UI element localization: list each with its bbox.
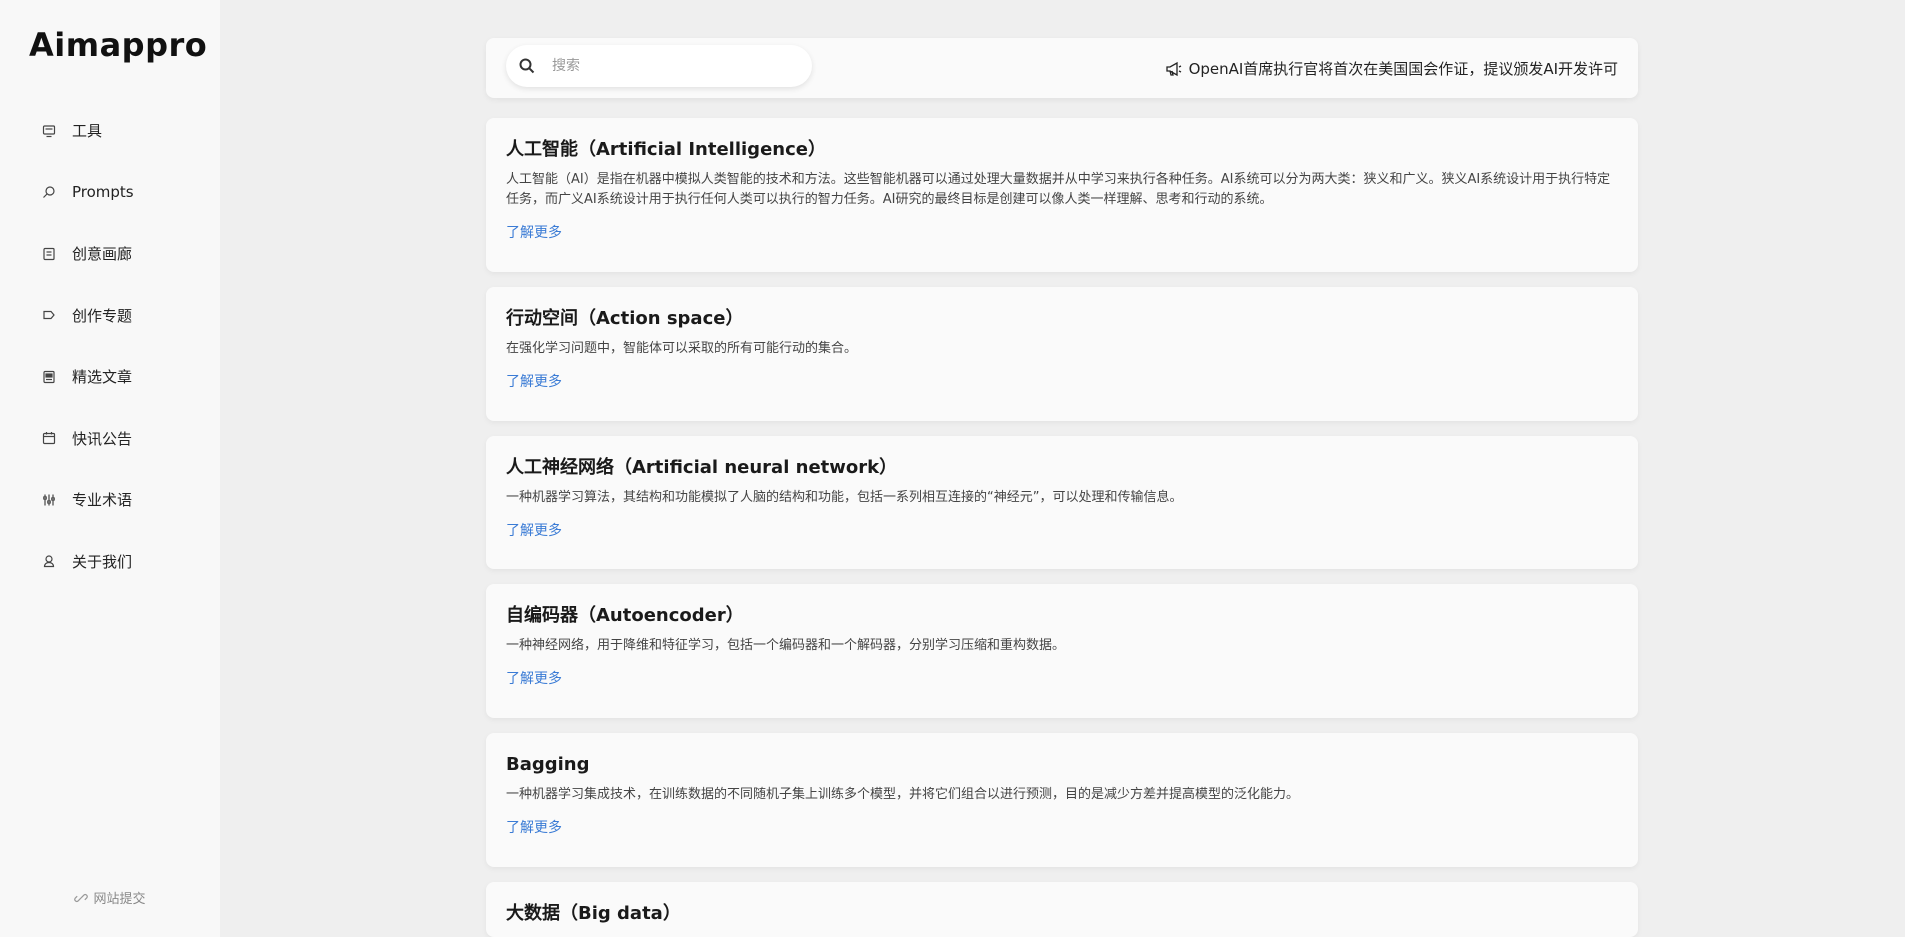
megaphone-icon bbox=[1165, 61, 1183, 77]
learn-more-link[interactable]: 了解更多 bbox=[506, 817, 562, 837]
sidebar-item-articles[interactable]: 精选文章 bbox=[0, 346, 220, 408]
sidebar-item-label: 快讯公告 bbox=[72, 429, 133, 448]
sidebar-item-label: 精选文章 bbox=[72, 368, 133, 387]
term-description: 在强化学习问题中，智能体可以采取的所有可能行动的集合。 bbox=[506, 341, 858, 356]
term-title: 自编码器（Autoencoder） bbox=[506, 605, 744, 626]
term-card: Bagging 一种机器学习集成技术，在训练数据的不同随机子集上训练多个模型，并… bbox=[486, 733, 1638, 867]
sidebar-nav: 工具 Prompts 创意画廊 创作专题 精选文章 快讯公告 专业术语 关于我们 bbox=[0, 100, 220, 592]
term-description: 一种神经网络，用于降维和特征学习，包括一个编码器和一个解码器，分别学习压缩和重构… bbox=[506, 638, 1066, 653]
logo[interactable]: Aimappro bbox=[29, 26, 207, 64]
term-title: 人工智能（Artificial Intelligence） bbox=[506, 139, 826, 160]
learn-more-link[interactable]: 了解更多 bbox=[506, 668, 562, 688]
sidebar-item-label: 关于我们 bbox=[72, 552, 133, 571]
sidebar-item-gallery[interactable]: 创意画廊 bbox=[0, 223, 220, 285]
monitor-icon bbox=[42, 124, 56, 138]
sidebar-item-label: 专业术语 bbox=[72, 491, 133, 510]
learn-more-link[interactable]: 了解更多 bbox=[506, 371, 562, 391]
search-icon bbox=[42, 185, 56, 199]
sidebar-item-label: 创意画廊 bbox=[72, 245, 133, 264]
term-title: 人工神经网络（Artificial neural network） bbox=[506, 457, 898, 478]
search-box[interactable] bbox=[506, 45, 812, 87]
gallery-icon bbox=[42, 247, 56, 261]
term-description: 人工智能（AI）是指在机器中模拟人类智能的技术和方法。这些智能机器可以通过处理大… bbox=[506, 172, 1611, 207]
submit-site-label: 网站提交 bbox=[93, 892, 146, 907]
sidebar-item-about[interactable]: 关于我们 bbox=[0, 531, 220, 593]
news-text: OpenAI首席执行官将首次在美国国会作证，提议颁发AI开发许可 bbox=[1188, 60, 1618, 78]
sidebar-item-topics[interactable]: 创作专题 bbox=[0, 285, 220, 347]
article-icon bbox=[42, 370, 56, 384]
news-ticker[interactable]: OpenAI首席执行官将首次在美国国会作证，提议颁发AI开发许可 bbox=[1165, 58, 1618, 79]
term-description: 一种机器学习集成技术，在训练数据的不同随机子集上训练多个模型，并将它们组合以进行… bbox=[506, 787, 1300, 802]
sidebar-item-glossary[interactable]: 专业术语 bbox=[0, 469, 220, 531]
tag-icon bbox=[42, 308, 56, 322]
user-icon bbox=[42, 554, 56, 568]
learn-more-link[interactable]: 了解更多 bbox=[506, 222, 562, 242]
submit-site-link[interactable]: 网站提交 bbox=[0, 888, 220, 907]
sidebar-item-news[interactable]: 快讯公告 bbox=[0, 408, 220, 470]
term-card: 行动空间（Action space） 在强化学习问题中，智能体可以采取的所有可能… bbox=[486, 287, 1638, 421]
term-description: 一种机器学习算法，其结构和功能模拟了人脑的结构和功能，包括一系列相互连接的“神经… bbox=[506, 490, 1183, 505]
sidebar-item-label: 工具 bbox=[72, 122, 103, 141]
term-card: 自编码器（Autoencoder） 一种神经网络，用于降维和特征学习，包括一个编… bbox=[486, 584, 1638, 718]
term-card: 人工神经网络（Artificial neural network） 一种机器学习… bbox=[486, 436, 1638, 569]
link-icon bbox=[74, 891, 89, 905]
calendar-icon bbox=[42, 431, 56, 445]
sidebar-item-label: Prompts bbox=[72, 183, 134, 202]
sliders-icon bbox=[42, 493, 56, 507]
term-title: 大数据（Big data） bbox=[506, 903, 681, 924]
top-bar: OpenAI首席执行官将首次在美国国会作证，提议颁发AI开发许可 bbox=[486, 38, 1638, 98]
term-card: 人工智能（Artificial Intelligence） 人工智能（AI）是指… bbox=[486, 118, 1638, 272]
search-input[interactable] bbox=[550, 57, 790, 75]
sidebar-item-prompts[interactable]: Prompts bbox=[0, 162, 220, 224]
sidebar: Aimappro 工具 Prompts 创意画廊 创作专题 精选文章 快讯公告 … bbox=[0, 0, 220, 937]
sidebar-item-tools[interactable]: 工具 bbox=[0, 100, 220, 162]
search-icon bbox=[518, 57, 536, 75]
term-title: Bagging bbox=[506, 754, 590, 775]
sidebar-item-label: 创作专题 bbox=[72, 306, 133, 325]
learn-more-link[interactable]: 了解更多 bbox=[506, 520, 562, 540]
term-card: 大数据（Big data） bbox=[486, 882, 1638, 937]
term-title: 行动空间（Action space） bbox=[506, 308, 744, 329]
